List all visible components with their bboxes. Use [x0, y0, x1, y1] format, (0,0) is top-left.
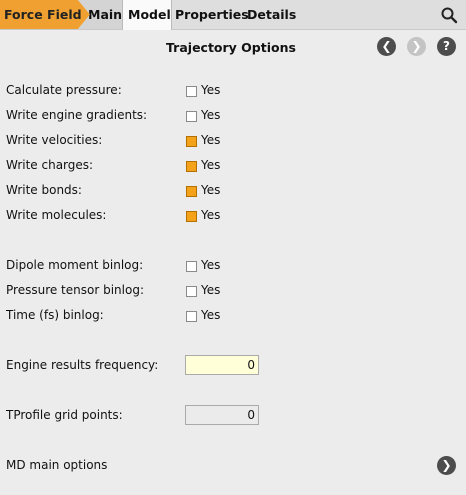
option-label: Write molecules: [6, 208, 107, 222]
trajectory-options-panel: Force Field Main Model Properties Detail… [0, 0, 466, 495]
option-write-velocities: Write velocities: Yes [6, 131, 456, 151]
option-label: Time (fs) binlog: [6, 308, 104, 322]
tab-details[interactable]: Details [244, 0, 304, 29]
option-dipole-moment-binlog: Dipole moment binlog: Yes [6, 256, 456, 276]
write-engine-gradients-checkbox[interactable] [186, 111, 197, 122]
checkbox-label[interactable]: Yes [201, 158, 220, 172]
option-engine-results-frequency: Engine results frequency: 0 [6, 355, 456, 376]
option-calculate-pressure: Calculate pressure: Yes [6, 81, 456, 101]
tprofile-grid-points-input[interactable]: 0 [185, 405, 259, 425]
option-write-bonds: Write bonds: Yes [6, 181, 456, 201]
checkbox-label[interactable]: Yes [201, 283, 220, 297]
md-main-options-label[interactable]: MD main options [6, 458, 107, 472]
help-icon[interactable]: ? [437, 37, 456, 56]
option-label: Calculate pressure: [6, 83, 122, 97]
pressure-tensor-binlog-checkbox[interactable] [186, 286, 197, 297]
search-icon[interactable] [440, 6, 458, 24]
option-label: Write charges: [6, 158, 94, 172]
chevron-right-icon[interactable]: ❯ [437, 456, 456, 475]
write-velocities-checkbox[interactable] [186, 136, 197, 147]
option-label: Write velocities: [6, 133, 103, 147]
checkbox-label[interactable]: Yes [201, 183, 220, 197]
write-molecules-checkbox[interactable] [186, 211, 197, 222]
option-label: TProfile grid points: [6, 408, 123, 422]
option-tprofile-grid-points: TProfile grid points: 0 [6, 405, 456, 426]
back-arrow-icon[interactable]: ❮ [377, 37, 396, 56]
md-main-options-link[interactable]: MD main options ❯ [6, 456, 456, 476]
engine-results-frequency-input[interactable]: 0 [185, 355, 259, 375]
checkbox-label[interactable]: Yes [201, 308, 220, 322]
tab-bar: Force Field Main Model Properties Detail… [0, 0, 466, 30]
option-write-charges: Write charges: Yes [6, 156, 456, 176]
option-write-engine-gradients: Write engine gradients: Yes [6, 106, 456, 126]
option-pressure-tensor-binlog: Pressure tensor binlog: Yes [6, 281, 456, 301]
calculate-pressure-checkbox[interactable] [186, 86, 197, 97]
checkbox-label[interactable]: Yes [201, 108, 220, 122]
option-write-molecules: Write molecules: Yes [6, 206, 456, 226]
option-label: Write engine gradients: [6, 108, 148, 122]
option-time-binlog: Time (fs) binlog: Yes [6, 306, 456, 326]
dipole-moment-binlog-checkbox[interactable] [186, 261, 197, 272]
option-label: Write bonds: [6, 183, 82, 197]
tab-model[interactable]: Model [122, 0, 172, 30]
tab-properties[interactable]: Properties [172, 0, 249, 29]
forward-arrow-icon[interactable]: ❯ [407, 37, 426, 56]
checkbox-label[interactable]: Yes [201, 133, 220, 147]
write-charges-checkbox[interactable] [186, 161, 197, 172]
tab-force-field[interactable]: Force Field [0, 0, 90, 29]
checkbox-label[interactable]: Yes [201, 208, 220, 222]
option-label: Engine results frequency: [6, 358, 159, 372]
option-label: Dipole moment binlog: [6, 258, 144, 272]
checkbox-label[interactable]: Yes [201, 83, 220, 97]
time-binlog-checkbox[interactable] [186, 311, 197, 322]
checkbox-label[interactable]: Yes [201, 258, 220, 272]
option-label: Pressure tensor binlog: [6, 283, 144, 297]
write-bonds-checkbox[interactable] [186, 186, 197, 197]
